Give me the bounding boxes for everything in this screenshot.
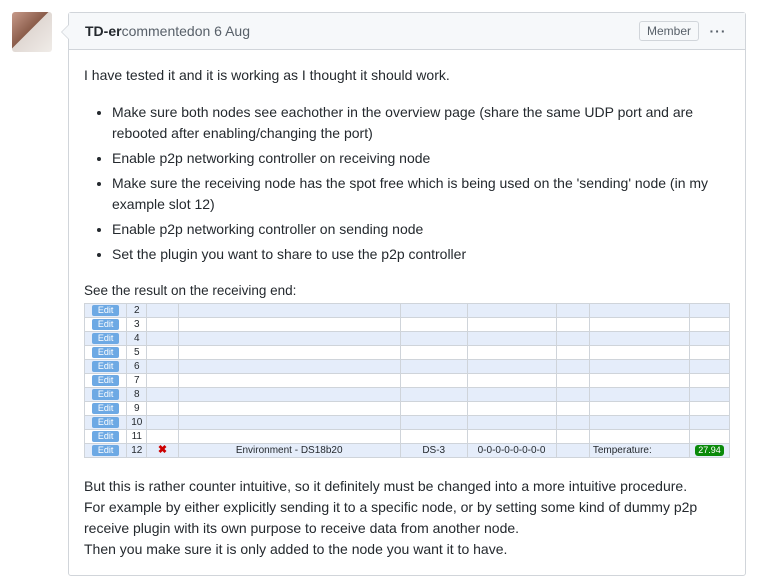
table-row: Edit 8 <box>85 388 730 402</box>
x-icon: ✖ <box>158 444 167 456</box>
addr-cell: 0-0-0-0-0-0-0-0 <box>467 444 556 458</box>
edit-button[interactable]: Edit <box>92 361 120 372</box>
list-item: Make sure the receiving node has the spo… <box>112 173 730 215</box>
table-row: Edit 2 <box>85 304 730 318</box>
edit-button[interactable]: Edit <box>92 417 120 428</box>
row-num: 6 <box>127 360 147 374</box>
comment-container: TD-er commented on 6 Aug Member ··· I ha… <box>68 12 746 576</box>
edit-button[interactable]: Edit <box>92 431 120 442</box>
timestamp-link[interactable]: on 6 Aug <box>195 23 250 39</box>
commented-label: commented <box>122 23 195 39</box>
list-item: Make sure both nodes see eachother in th… <box>112 102 730 144</box>
row-num: 10 <box>127 416 147 430</box>
edit-button[interactable]: Edit <box>92 305 120 316</box>
table-row: Edit 3 <box>85 318 730 332</box>
table-row: Edit 7 <box>85 374 730 388</box>
bullet-list: Make sure both nodes see eachother in th… <box>84 102 730 265</box>
see-result-text: See the result on the receiving end: <box>84 281 730 301</box>
table-row: Edit 11 <box>85 430 730 444</box>
edit-button[interactable]: Edit <box>92 319 120 330</box>
table-row: Edit 9 <box>85 402 730 416</box>
caret <box>61 24 69 40</box>
row-num: 8 <box>127 388 147 402</box>
edit-button[interactable]: Edit <box>92 389 120 400</box>
kebab-icon[interactable]: ··· <box>707 23 729 39</box>
avatar[interactable] <box>12 12 52 52</box>
edit-button[interactable]: Edit <box>92 347 120 358</box>
comment-body: I have tested it and it is working as I … <box>69 50 745 575</box>
table-row: Edit 6 <box>85 360 730 374</box>
list-item: Enable p2p networking controller on rece… <box>112 148 730 169</box>
author-link[interactable]: TD-er <box>85 23 122 39</box>
edit-button[interactable]: Edit <box>92 375 120 386</box>
table-row: Edit 10 <box>85 416 730 430</box>
list-item: Enable p2p networking controller on send… <box>112 219 730 240</box>
row-num: 12 <box>127 444 147 458</box>
device-table-image: Edit 2 Edit 3 Edit 4 Edit 5 Edit 6 Edit 7 Edit 8 Edit 9… <box>84 303 730 458</box>
comment-header: TD-er commented on 6 Aug Member ··· <box>69 13 745 50</box>
member-badge: Member <box>639 21 699 41</box>
row-num: 5 <box>127 346 147 360</box>
row-num: 11 <box>127 430 147 444</box>
edit-button[interactable]: Edit <box>92 403 120 414</box>
row-num: 7 <box>127 374 147 388</box>
edit-button[interactable]: Edit <box>92 333 120 344</box>
outro-line: But this is rather counter intuitive, so… <box>84 476 730 497</box>
intro-text: I have tested it and it is working as I … <box>84 65 730 86</box>
ds-cell: DS-3 <box>400 444 467 458</box>
outro-line: For example by either explicitly sending… <box>84 497 730 539</box>
env-cell: Environment - DS18b20 <box>178 444 400 458</box>
temp-label: Temperature: <box>589 444 689 458</box>
row-num: 4 <box>127 332 147 346</box>
temp-value: 27.94 <box>695 445 724 456</box>
row-num: 2 <box>127 304 147 318</box>
table-row: Edit 4 <box>85 332 730 346</box>
list-item: Set the plugin you want to share to use … <box>112 244 730 265</box>
row-num: 9 <box>127 402 147 416</box>
edit-button[interactable]: Edit <box>92 445 120 456</box>
table-row-active: Edit 12 ✖ Environment - DS18b20DS-30-0-0-0-… <box>85 444 730 458</box>
row-num: 3 <box>127 318 147 332</box>
table-row: Edit 5 <box>85 346 730 360</box>
outro-line: Then you make sure it is only added to t… <box>84 539 730 560</box>
